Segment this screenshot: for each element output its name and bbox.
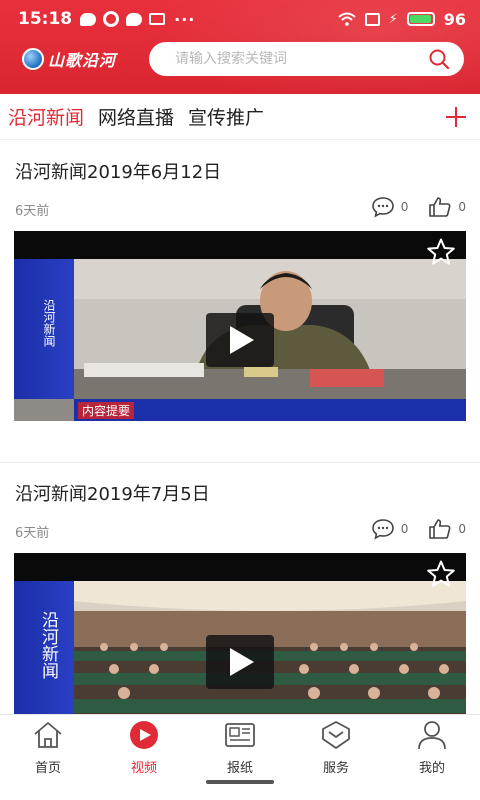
nav-label: 视频	[130, 761, 157, 776]
play-button-icon[interactable]	[206, 313, 274, 367]
wifi-icon	[337, 12, 356, 26]
nav-service[interactable]: 服务	[288, 719, 384, 781]
home-indicator[interactable]	[206, 780, 274, 784]
thumbs-up-icon[interactable]	[428, 196, 452, 218]
message-icon	[80, 12, 97, 26]
thumbs-up-icon[interactable]	[428, 518, 452, 540]
video-thumbnail[interactable]: 沿河新闻	[14, 553, 466, 714]
like-count: 0	[458, 522, 466, 536]
play-button-icon[interactable]	[206, 635, 274, 689]
notification-icons: ···	[80, 10, 195, 29]
nav-label: 首页	[34, 761, 61, 776]
video-feed: 沿河新闻2019年6月12日 6天前 0 0 沿河新闻 内容提要 沿河新闻201…	[0, 141, 480, 714]
bottom-navigation: 首页 视频 报纸 服务 我的	[0, 714, 480, 800]
star-icon[interactable]	[426, 237, 456, 267]
more-notifications-icon: ···	[174, 9, 196, 29]
sim-icon	[364, 12, 380, 26]
nav-label: 服务	[322, 761, 349, 776]
comment-action[interactable]: 0	[371, 196, 423, 218]
card-time: 6天前	[15, 526, 50, 541]
like-count: 0	[458, 200, 466, 214]
star-icon[interactable]	[426, 559, 456, 589]
caption-text: 内容提要	[78, 402, 135, 419]
news-side-band: 沿河新闻	[14, 259, 74, 399]
battery-percent: 96	[443, 9, 466, 29]
logo-globe-icon	[22, 48, 44, 70]
comment-icon[interactable]	[371, 518, 395, 540]
newspaper-icon[interactable]	[223, 719, 257, 751]
card-time: 6天前	[15, 204, 50, 219]
service-icon[interactable]	[319, 719, 353, 751]
user-icon[interactable]	[415, 719, 449, 751]
weibo-icon	[103, 11, 120, 27]
app-logo: 山歌沿河	[22, 44, 116, 74]
comment-count: 0	[400, 522, 409, 536]
caption-bar: 内容提要	[74, 399, 466, 421]
system-icons: ⚡ 96	[337, 9, 466, 29]
nav-home[interactable]: 首页	[0, 719, 96, 781]
side-band-text: 沿河新闻	[38, 611, 58, 679]
card-title[interactable]: 沿河新闻2019年6月12日	[15, 158, 221, 184]
nav-newspaper[interactable]: 报纸	[192, 719, 288, 781]
card-title[interactable]: 沿河新闻2019年7月5日	[15, 480, 210, 506]
home-icon[interactable]	[31, 719, 65, 751]
tab-promotion[interactable]: 宣传推广	[188, 103, 264, 130]
logo-text: 山歌沿河	[48, 51, 117, 70]
search-input[interactable]	[175, 51, 428, 67]
search-icon[interactable]	[428, 48, 450, 70]
chat-icon	[126, 12, 143, 26]
like-action[interactable]: 0	[428, 518, 466, 540]
nav-label: 我的	[418, 761, 445, 776]
comment-action[interactable]: 0	[371, 518, 423, 540]
battery-fill	[409, 15, 431, 23]
tab-yanhe-news[interactable]: 沿河新闻	[8, 103, 84, 130]
card-actions: 0 0	[371, 518, 466, 540]
video-thumbnail[interactable]: 沿河新闻 内容提要	[14, 231, 466, 421]
side-band-text: 沿河新闻	[42, 299, 56, 347]
feed-card[interactable]: 沿河新闻2019年7月5日 6天前 0 0 沿河新闻	[0, 463, 480, 714]
card-actions: 0 0	[371, 196, 466, 218]
app-header: 15:18 ··· ⚡ 96 山歌沿河	[0, 0, 480, 94]
feed-card[interactable]: 沿河新闻2019年6月12日 6天前 0 0 沿河新闻 内容提要	[0, 141, 480, 463]
battery-icon	[406, 12, 435, 26]
news-side-band: 沿河新闻	[14, 581, 74, 714]
charging-icon: ⚡	[388, 11, 398, 27]
video-play-icon[interactable]	[127, 719, 161, 751]
status-bar: 15:18 ··· ⚡ 96	[0, 0, 480, 38]
comment-count: 0	[400, 200, 409, 214]
search-bar[interactable]	[149, 42, 464, 76]
comment-icon[interactable]	[371, 196, 395, 218]
add-tab-icon[interactable]	[444, 105, 468, 129]
nav-video[interactable]: 视频	[96, 719, 192, 781]
wallet-icon	[149, 13, 166, 25]
like-action[interactable]: 0	[428, 196, 466, 218]
nav-label: 报纸	[226, 761, 253, 776]
nav-profile[interactable]: 我的	[384, 719, 480, 781]
status-time: 15:18	[18, 9, 73, 29]
category-tabs: 沿河新闻 网络直播 宣传推广	[0, 94, 480, 140]
tab-live-stream[interactable]: 网络直播	[98, 103, 174, 130]
